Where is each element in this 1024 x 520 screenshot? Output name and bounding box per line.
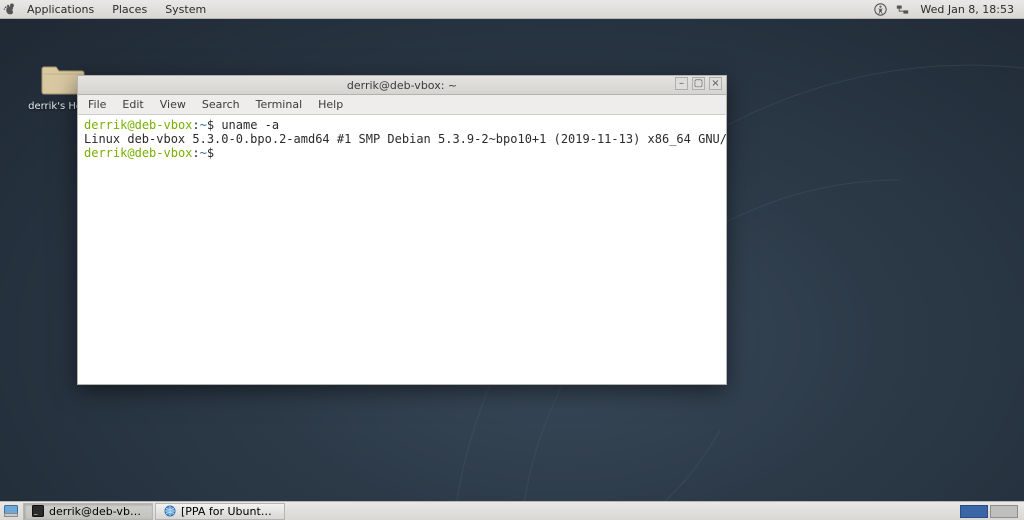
- prompt-path: ~: [200, 146, 207, 160]
- window-maximize-button[interactable]: ▢: [692, 77, 705, 90]
- prompt-path: ~: [200, 118, 207, 132]
- task-button-browser[interactable]: [PPA for Ubuntu Mozill…: [155, 503, 285, 520]
- accessibility-icon[interactable]: [872, 1, 888, 17]
- terminal-output-line: Linux deb-vbox 5.3.0-0.bpo.2-amd64 #1 SM…: [84, 132, 727, 146]
- prompt-sym: $: [207, 118, 214, 132]
- terminal-icon: _: [32, 505, 44, 517]
- top-panel: Applications Places System Wed Jan 8, 18…: [0, 0, 1024, 19]
- terminal-window: derrik@deb-vbox: ~ – ▢ × File Edit View …: [77, 75, 727, 385]
- applications-menu[interactable]: Applications: [18, 0, 103, 19]
- prompt-host: deb-vbox: [135, 118, 193, 132]
- window-close-button[interactable]: ×: [709, 77, 722, 90]
- menu-edit[interactable]: Edit: [114, 95, 151, 115]
- globe-icon: [164, 505, 176, 517]
- window-titlebar[interactable]: derrik@deb-vbox: ~ – ▢ ×: [77, 75, 727, 94]
- terminal-command: uname -a: [221, 118, 279, 132]
- workspace-switcher[interactable]: [960, 505, 1018, 518]
- network-icon[interactable]: [894, 1, 910, 17]
- svg-text:_: _: [33, 507, 38, 515]
- prompt-sep: :: [192, 118, 199, 132]
- prompt-sym: $: [207, 146, 214, 160]
- prompt-user: derrik: [84, 146, 127, 160]
- menu-view[interactable]: View: [152, 95, 194, 115]
- bottom-panel: _ derrik@deb-vbox: ~ [PPA for Ubuntu Moz…: [0, 501, 1024, 520]
- workspace-2[interactable]: [990, 505, 1018, 518]
- show-desktop-button[interactable]: [2, 503, 20, 520]
- prompt-at: @: [127, 146, 134, 160]
- window-minimize-button[interactable]: –: [675, 77, 688, 90]
- task-label: [PPA for Ubuntu Mozill…: [181, 503, 276, 520]
- prompt-at: @: [127, 118, 134, 132]
- window-title: derrik@deb-vbox: ~: [347, 79, 457, 92]
- prompt-host: deb-vbox: [135, 146, 193, 160]
- menu-help[interactable]: Help: [310, 95, 351, 115]
- terminal-menubar: File Edit View Search Terminal Help: [77, 94, 727, 114]
- prompt-user: derrik: [84, 118, 127, 132]
- places-menu[interactable]: Places: [103, 0, 156, 19]
- workspace-1[interactable]: [960, 505, 988, 518]
- prompt-sep: :: [192, 146, 199, 160]
- menu-file[interactable]: File: [80, 95, 114, 115]
- system-menu[interactable]: System: [156, 0, 215, 19]
- task-label: derrik@deb-vbox: ~: [49, 503, 144, 520]
- menu-search[interactable]: Search: [194, 95, 248, 115]
- clock[interactable]: Wed Jan 8, 18:53: [916, 3, 1018, 16]
- gnome-logo-icon[interactable]: [0, 0, 18, 19]
- menu-terminal[interactable]: Terminal: [248, 95, 311, 115]
- terminal-output[interactable]: derrik@deb-vbox:~$ uname -a Linux deb-vb…: [77, 114, 727, 385]
- task-button-terminal[interactable]: _ derrik@deb-vbox: ~: [23, 503, 153, 520]
